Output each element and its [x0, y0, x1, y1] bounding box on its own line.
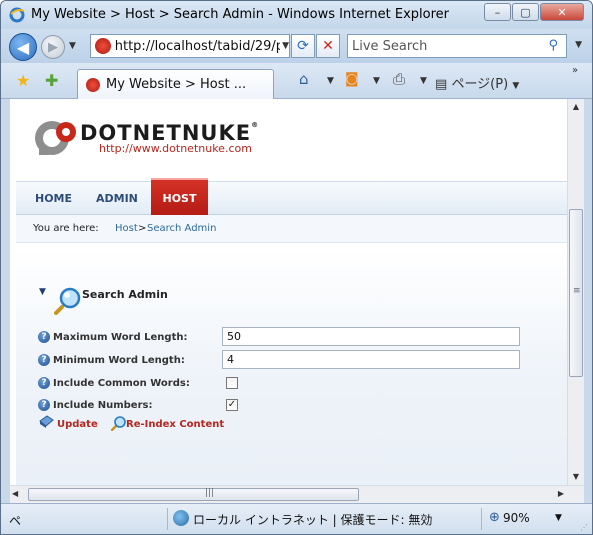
refresh-button[interactable]: ⟳ [291, 34, 315, 58]
home-icon[interactable]: ⌂ [299, 70, 309, 88]
min-word-length-input[interactable] [222, 350, 520, 369]
search-placeholder: Live Search [352, 38, 428, 54]
chevron-more-icon[interactable]: » [572, 65, 578, 76]
window-title: My Website > Host > Search Admin - Windo… [31, 7, 449, 22]
horizontal-scroll-thumb[interactable]: ||| [28, 488, 359, 501]
help-icon[interactable]: ? [38, 377, 50, 389]
navigation-bar: ◀ ▶ ▼ http://localhost/tabid/29/p ▼ ⟳ ✕ … [1, 29, 592, 63]
favorites-star-icon[interactable]: ★ [16, 71, 30, 90]
search-admin-module: ▼ Search Admin ? Maximum Word Length: ? … [16, 249, 567, 485]
collapse-caret-icon[interactable]: ▼ [39, 287, 46, 297]
zoom-dropdown-icon[interactable]: ▼ [555, 513, 562, 523]
forward-arrow-icon: ▶ [48, 39, 58, 55]
include-numbers-label: Include Numbers: [53, 400, 153, 411]
scroll-right-icon[interactable]: ▶ [558, 489, 564, 498]
intranet-zone-icon [173, 510, 189, 526]
menu-item-admin[interactable]: ADMIN [96, 182, 138, 216]
ie-logo-icon [9, 7, 25, 23]
forward-button[interactable]: ▶ [41, 35, 65, 59]
tab-label: My Website > Host ... [106, 77, 247, 92]
include-common-words-label: Include Common Words: [53, 378, 190, 389]
resize-grip-icon[interactable]: ⋰ [580, 523, 588, 532]
page-dropdown-icon: ▼ [512, 81, 520, 91]
breadcrumb-link-search-admin[interactable]: Search Admin [147, 223, 216, 234]
address-bar[interactable]: http://localhost/tabid/29/p ▼ [90, 34, 290, 58]
status-divider [167, 508, 168, 530]
title-bar: My Website > Host > Search Admin - Windo… [1, 1, 592, 29]
main-menu: HOME ADMIN HOST [16, 178, 567, 216]
min-word-length-label: Minimum Word Length: [53, 355, 185, 366]
reindex-content-link[interactable]: Re-Index Content [126, 419, 224, 430]
print-dropdown-icon[interactable]: ▼ [420, 76, 427, 86]
magnifier-icon [54, 287, 81, 315]
logo-url[interactable]: http://www.dotnetnuke.com [99, 142, 252, 155]
status-divider [481, 508, 482, 530]
vertical-scroll-thumb[interactable]: ≡ [569, 209, 583, 377]
history-dropdown-icon[interactable]: ▼ [69, 41, 76, 51]
update-link[interactable]: Update [57, 419, 98, 430]
print-icon[interactable]: ⎙ [393, 70, 405, 88]
close-button[interactable]: ✕ [540, 3, 584, 21]
zoom-icon[interactable]: ⊕ [489, 510, 500, 525]
breadcrumb-prefix: You are here: [33, 223, 99, 234]
breadcrumb-link-host[interactable]: Host [115, 223, 138, 234]
feeds-icon[interactable]: ◙ [345, 71, 359, 87]
help-icon[interactable]: ? [38, 399, 50, 411]
max-word-length-input[interactable] [222, 327, 520, 346]
tab-current[interactable]: My Website > Host ... [77, 69, 274, 99]
scroll-down-icon[interactable]: ▼ [568, 469, 584, 485]
grip-icon: ||| [205, 488, 215, 498]
address-dropdown-icon[interactable]: ▼ [282, 41, 289, 51]
site-favicon-icon [95, 38, 111, 54]
save-disk-icon [39, 415, 54, 428]
max-word-length-label: Maximum Word Length: [53, 332, 188, 343]
home-dropdown-icon[interactable]: ▼ [327, 76, 334, 86]
stop-icon: ✕ [322, 38, 334, 54]
minimize-button[interactable]: – [484, 3, 511, 21]
scroll-left-icon[interactable]: ◀ [12, 489, 18, 498]
menu-item-home[interactable]: HOME [35, 182, 72, 216]
refresh-icon: ⟳ [297, 38, 309, 54]
menu-item-host[interactable]: HOST [151, 178, 208, 216]
page-viewport: DOTNETNUKE® http://www.dotnetnuke.com HO… [10, 99, 567, 485]
include-common-words-checkbox[interactable] [226, 377, 238, 389]
browser-window: My Website > Host > Search Admin - Windo… [0, 0, 593, 535]
back-button[interactable]: ◀ [9, 33, 37, 61]
module-title: Search Admin [82, 288, 168, 301]
breadcrumb: You are here: Host > Search Admin [16, 215, 567, 243]
vertical-scrollbar[interactable]: ▲ ≡ ▼ [567, 99, 584, 485]
search-input[interactable]: Live Search ⚲ ▼ [347, 34, 582, 58]
help-icon[interactable]: ? [38, 331, 50, 343]
security-zone[interactable]: ローカル イントラネット | 保護モード: 無効 [193, 511, 432, 528]
horizontal-scrollbar[interactable]: ◀ ||| ▶ [10, 485, 584, 503]
maximize-button[interactable]: ▢ [512, 3, 539, 21]
page-icon: ▤ [435, 77, 448, 92]
zoom-level[interactable]: 90% [503, 511, 530, 525]
feeds-dropdown-icon[interactable]: ▼ [373, 76, 380, 86]
status-text: ペ [9, 514, 22, 528]
status-bar: ペ ローカル イントラネット | 保護モード: 無効 ⊕ 90% ▼ ⋰ [1, 503, 592, 534]
back-arrow-icon: ◀ [16, 37, 30, 57]
grip-icon: ≡ [573, 286, 581, 296]
add-favorites-icon[interactable]: ✚ [45, 71, 58, 90]
include-numbers-checkbox[interactable]: ✓ [226, 399, 238, 411]
tab-bar: ★ ✚ My Website > Host ... ⌂ ▼ ◙ ▼ ⎙ ▼ ▤ … [1, 63, 592, 99]
logo-trademark: ® [251, 121, 260, 129]
page-menu-label: ページ(P) [451, 77, 509, 92]
search-dropdown-icon[interactable]: ▼ [575, 40, 582, 50]
help-icon[interactable]: ? [38, 354, 50, 366]
search-icon[interactable]: ⚲ [548, 38, 558, 53]
address-input[interactable]: http://localhost/tabid/29/p [115, 39, 280, 54]
tab-favicon-icon [86, 77, 100, 92]
scroll-up-icon[interactable]: ▲ [568, 99, 584, 115]
stop-button[interactable]: ✕ [316, 34, 340, 58]
page-menu-button[interactable]: ▤ ページ(P) ▼ [435, 73, 519, 92]
reindex-magnifier-icon [111, 416, 126, 431]
breadcrumb-separator: > [138, 223, 147, 234]
window-controls: – ▢ ✕ [483, 3, 584, 21]
